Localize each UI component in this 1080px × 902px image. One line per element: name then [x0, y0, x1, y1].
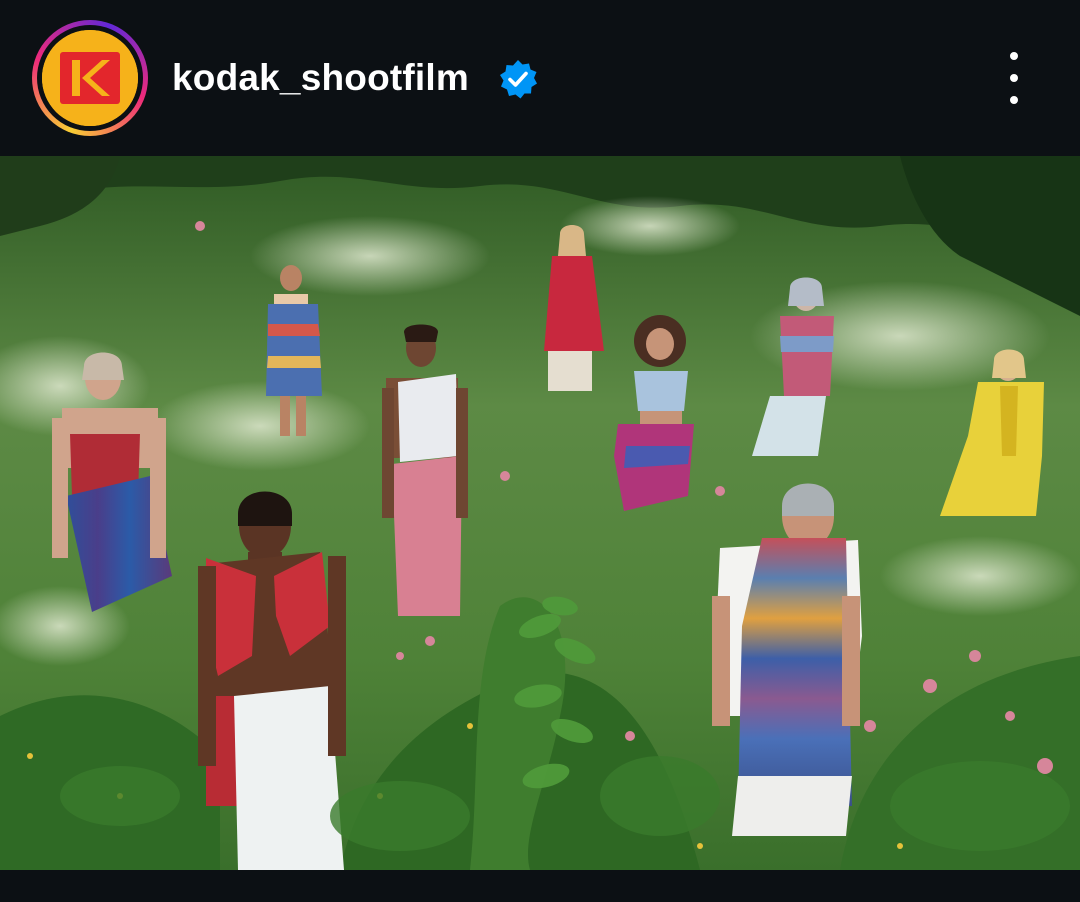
meadow-photo — [0, 156, 1080, 870]
username[interactable]: kodak_shootfilm — [172, 56, 469, 100]
post-header: kodak_shootfilm — [0, 0, 1080, 156]
post-photo[interactable] — [0, 156, 1080, 870]
story-ring[interactable] — [32, 20, 148, 136]
more-options-button[interactable] — [996, 50, 1032, 106]
verified-badge-icon — [500, 60, 537, 99]
kodak-logo-icon — [42, 30, 138, 126]
more-vertical-icon — [1010, 52, 1018, 60]
footer-bar — [0, 870, 1080, 902]
avatar[interactable] — [42, 30, 138, 126]
